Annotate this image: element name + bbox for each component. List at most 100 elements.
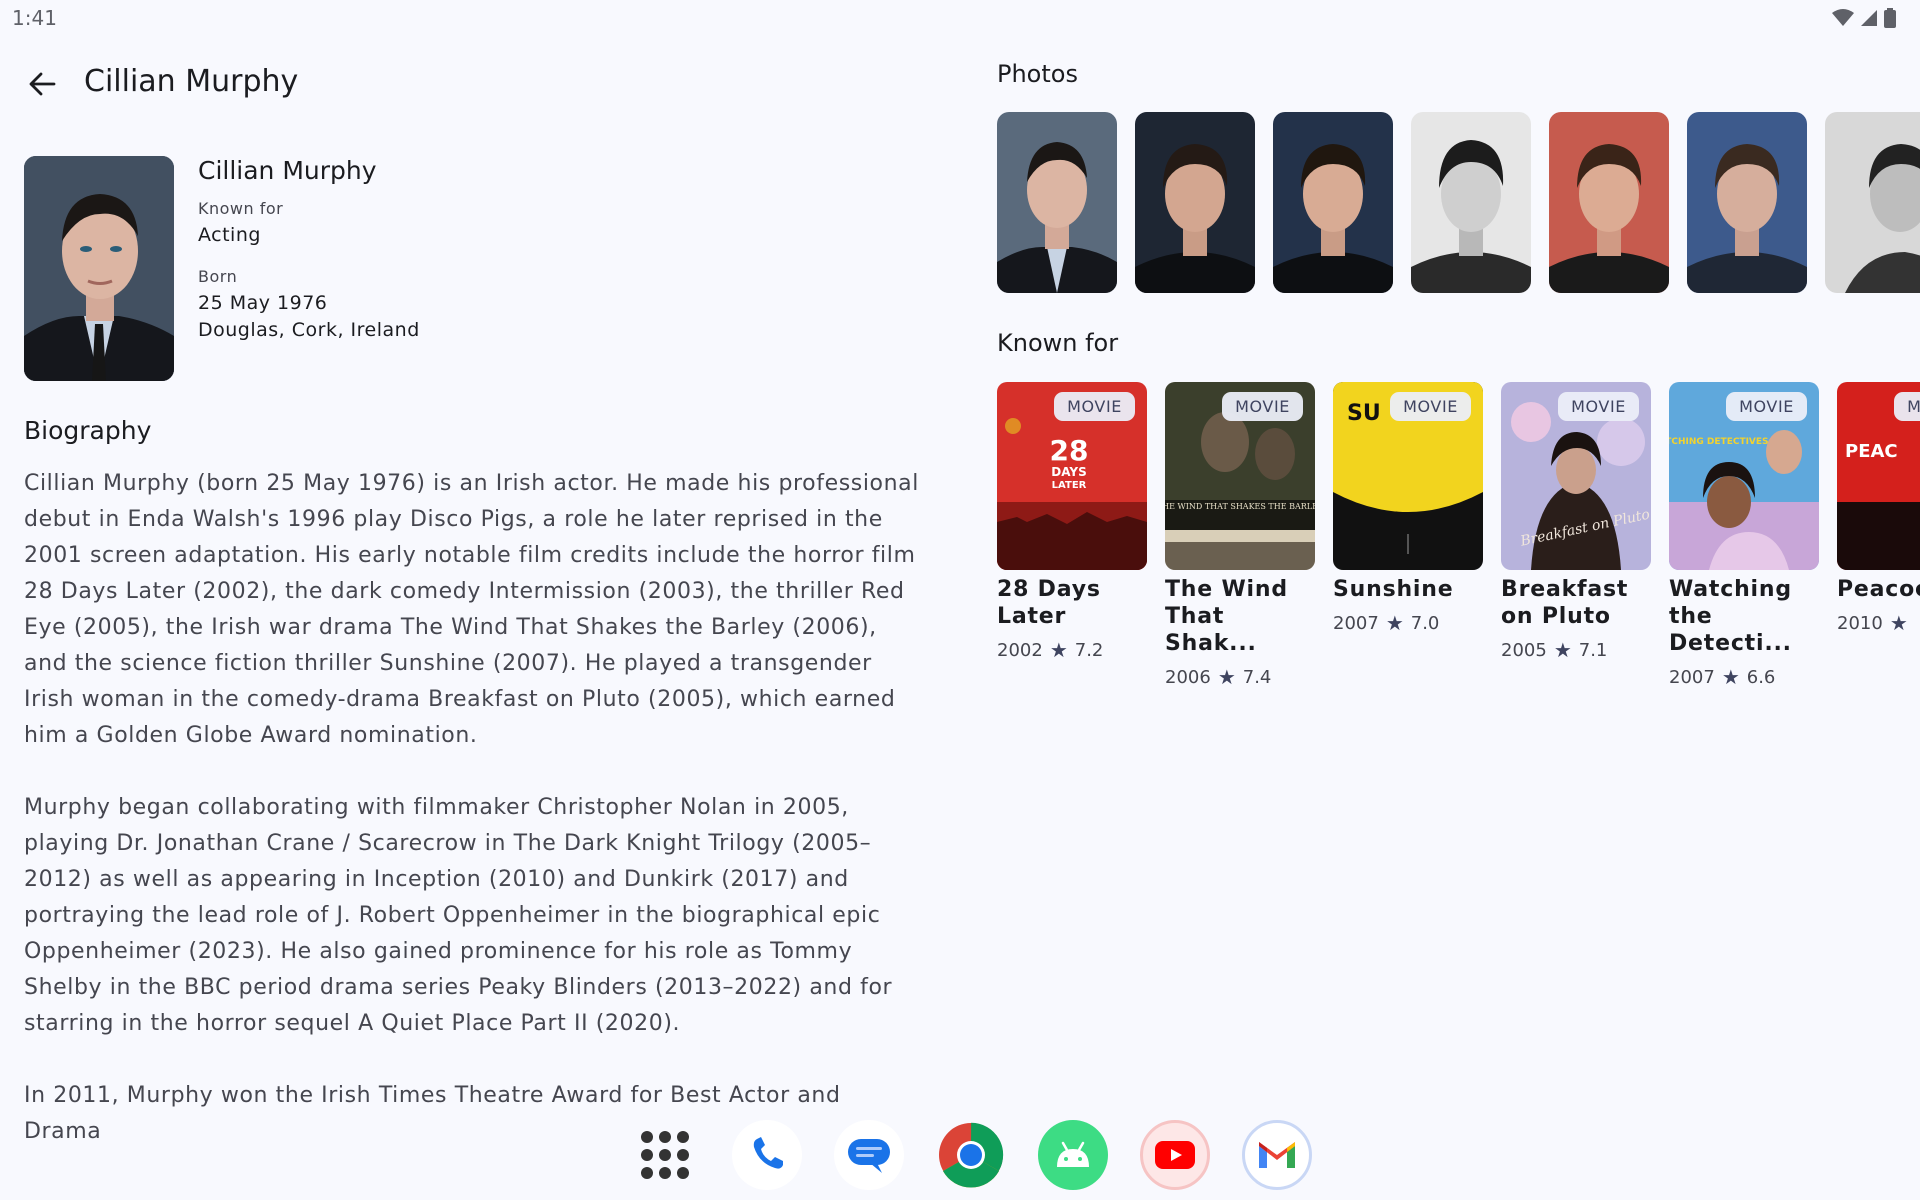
movie-chip: MOVIE xyxy=(1558,392,1639,421)
biography-paragraph: Murphy began collaborating with filmmake… xyxy=(24,795,893,1036)
status-time: 1:41 xyxy=(12,6,57,30)
known-for-value: Acting xyxy=(198,224,261,246)
poster-text: THE WIND THAT SHAKES THE BARLEY xyxy=(1165,502,1315,511)
star-icon: ★ xyxy=(1217,665,1236,689)
biography-paragraph: Cillian Murphy (born 25 May 1976) is an … xyxy=(24,471,919,748)
movie-meta: 2007 ★ 6.6 xyxy=(1669,665,1819,689)
movie-card[interactable]: Breakfast on Pluto MOVIE Breakfast on Pl… xyxy=(1501,382,1651,689)
movie-poster: 28 DAYS LATER MOVIE xyxy=(997,382,1147,570)
photo-thumbnail[interactable] xyxy=(1273,112,1393,293)
movie-rating: 7.2 xyxy=(1074,639,1104,661)
movie-poster: SU MOVIE xyxy=(1333,382,1483,570)
movie-rating: 7.1 xyxy=(1578,639,1608,661)
photos-row xyxy=(997,112,1920,293)
youtube-icon xyxy=(1155,1141,1195,1169)
movie-title: Watching the Detecti... xyxy=(1669,577,1792,656)
photo-thumbnail[interactable] xyxy=(1135,112,1255,293)
phone-icon xyxy=(753,1137,783,1169)
movie-year: 2005 xyxy=(1501,639,1547,661)
status-icons xyxy=(1832,8,1896,28)
messages-app[interactable] xyxy=(834,1120,904,1190)
movie-poster: WATCHING DETECTIVES MOVIE xyxy=(1669,382,1819,570)
poster-text: LATER xyxy=(1052,480,1087,491)
star-icon: ★ xyxy=(1721,665,1740,689)
movie-poster: Breakfast on Pluto MOVIE xyxy=(1501,382,1651,570)
photo-thumbnail[interactable] xyxy=(1825,112,1920,293)
profile-name: Cillian Murphy xyxy=(198,156,377,185)
page-title: Cillian Murphy xyxy=(84,64,299,99)
profile-info: Cillian Murphy Known for Acting Born 25 … xyxy=(198,156,420,344)
movie-meta: 2005 ★ 7.1 xyxy=(1501,638,1651,662)
movie-chip: MOVIE xyxy=(1894,392,1920,421)
photo-thumbnail[interactable] xyxy=(1687,112,1807,293)
known-for-row: 28 DAYS LATER MOVIE 28 Days Later 2002 ★… xyxy=(997,382,1920,689)
poster-text: 28 xyxy=(1050,434,1089,467)
movie-title: 28 Days Later xyxy=(997,577,1101,629)
movie-year: 2007 xyxy=(1669,666,1715,688)
back-button[interactable] xyxy=(22,64,62,104)
poster-text: PEAC xyxy=(1845,441,1898,462)
movie-title: Peacoc xyxy=(1837,577,1920,602)
battery-icon xyxy=(1884,8,1896,28)
photos-heading: Photos xyxy=(997,60,1078,88)
movie-year: 2006 xyxy=(1165,666,1211,688)
movie-card[interactable]: WATCHING DETECTIVES MOVIE Watching the D… xyxy=(1669,382,1819,689)
chrome-icon xyxy=(939,1122,1004,1188)
movie-card[interactable]: 28 DAYS LATER MOVIE 28 Days Later 2002 ★… xyxy=(997,382,1147,689)
known-for-heading: Known for xyxy=(997,329,1119,357)
movie-chip: MOVIE xyxy=(1726,392,1807,421)
profile-photo xyxy=(24,156,174,381)
star-icon: ★ xyxy=(1889,611,1908,635)
poster-text: WATCHING DETECTIVES xyxy=(1669,437,1769,447)
movie-poster: PEAC MOVIE xyxy=(1837,382,1920,570)
photo-thumbnail[interactable] xyxy=(1549,112,1669,293)
movie-meta: 2002 ★ 7.2 xyxy=(997,638,1147,662)
movie-card[interactable]: SU MOVIE Sunshine 2007 ★ 7.0 xyxy=(1333,382,1483,689)
messages-icon xyxy=(848,1139,890,1173)
app-dock xyxy=(630,1120,1312,1190)
born-place: Douglas, Cork, Ireland xyxy=(198,319,420,341)
movie-title: Breakfast on Pluto xyxy=(1501,577,1629,629)
movie-year: 2007 xyxy=(1333,612,1379,634)
phone-app[interactable] xyxy=(732,1120,802,1190)
youtube-app[interactable] xyxy=(1140,1120,1210,1190)
app-drawer-button[interactable] xyxy=(630,1120,700,1190)
poster-text: SU xyxy=(1347,401,1381,426)
movie-rating: 7.4 xyxy=(1242,666,1272,688)
signal-icon xyxy=(1861,10,1877,26)
movie-meta: 2006 ★ 7.4 xyxy=(1165,665,1315,689)
photo-thumbnail[interactable] xyxy=(1411,112,1531,293)
android-studio-app[interactable] xyxy=(1038,1120,1108,1190)
movie-meta: 2010 ★ xyxy=(1837,611,1920,635)
movie-poster: THE WIND THAT SHAKES THE BARLEY MOVIE xyxy=(1165,382,1315,570)
movie-card[interactable]: THE WIND THAT SHAKES THE BARLEY MOVIE Th… xyxy=(1165,382,1315,689)
known-for-label: Known for xyxy=(198,199,284,218)
born-date: 25 May 1976 xyxy=(198,292,328,314)
android-icon xyxy=(1057,1141,1089,1167)
photo-thumbnail[interactable] xyxy=(997,112,1117,293)
movie-chip: MOVIE xyxy=(1054,392,1135,421)
movie-title: The Wind That Shak... xyxy=(1165,577,1288,656)
gmail-app[interactable] xyxy=(1242,1120,1312,1190)
star-icon: ★ xyxy=(1049,638,1068,662)
movie-rating: 7.0 xyxy=(1410,612,1440,634)
movie-chip: MOVIE xyxy=(1390,392,1471,421)
movie-meta: 2007 ★ 7.0 xyxy=(1333,611,1483,635)
star-icon: ★ xyxy=(1385,611,1404,635)
movie-card[interactable]: PEAC MOVIE Peacoc 2010 ★ xyxy=(1837,382,1920,689)
biography-text: Cillian Murphy (born 25 May 1976) is an … xyxy=(24,466,924,1186)
born-label: Born xyxy=(198,267,238,286)
gmail-icon xyxy=(1259,1142,1295,1168)
wifi-icon xyxy=(1832,9,1854,26)
movie-year: 2010 xyxy=(1837,612,1883,634)
chrome-app[interactable] xyxy=(936,1120,1006,1190)
arrow-back-icon xyxy=(29,72,56,96)
apps-grid-icon xyxy=(630,1120,700,1190)
movie-rating: 6.6 xyxy=(1746,666,1776,688)
star-icon: ★ xyxy=(1553,638,1572,662)
poster-text: DAYS xyxy=(1051,465,1086,479)
movie-chip: MOVIE xyxy=(1222,392,1303,421)
movie-title: Sunshine xyxy=(1333,577,1454,602)
biography-heading: Biography xyxy=(24,416,152,445)
movie-year: 2002 xyxy=(997,639,1043,661)
